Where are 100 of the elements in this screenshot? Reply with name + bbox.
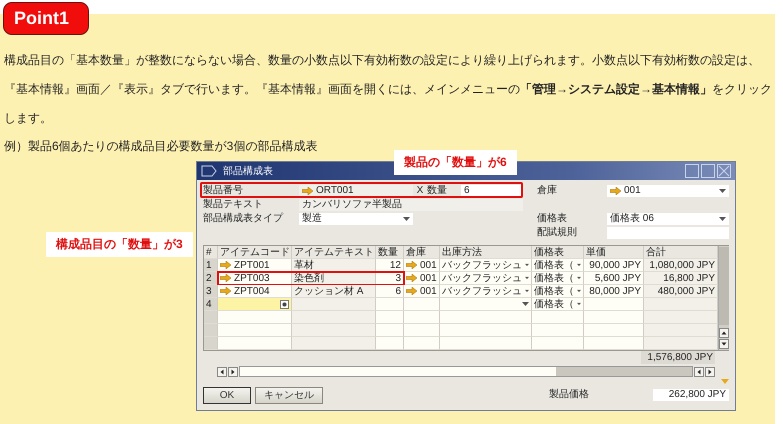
table-cell: 001 [404, 285, 440, 298]
scroll-right-button[interactable] [228, 366, 238, 376]
row-number[interactable]: 4 [204, 298, 218, 311]
column-header[interactable]: アイテムテキスト [292, 246, 376, 259]
maximize-button[interactable] [701, 164, 715, 178]
table-cell [584, 324, 644, 337]
field-label: 数量 [427, 184, 448, 196]
column-header[interactable]: 価格表 [532, 246, 584, 259]
vertical-scrollbar[interactable] [718, 246, 729, 350]
column-header[interactable]: 数量 [376, 246, 404, 259]
field-label: 部品構成表タイプ [203, 212, 284, 224]
arrow-icon[interactable] [406, 287, 417, 295]
column-header[interactable]: # [204, 246, 218, 259]
choose-icon[interactable] [280, 300, 289, 308]
field-label: 配賦規則 [537, 226, 578, 238]
price-list-dropdown[interactable]: 価格表 06 [607, 212, 729, 224]
dialog-button[interactable]: キャンセル [255, 386, 323, 404]
table-cell[interactable]: バックフラッシュ [440, 272, 532, 285]
caret-icon [577, 302, 581, 306]
example-caption: 例）製品6個あたりの構成品目必要数量が3個の部品構成表 [4, 138, 318, 155]
caret-icon [522, 302, 529, 306]
table-cell: 80,000 JPY [584, 285, 644, 298]
product-number-field[interactable]: ORT001 [299, 184, 413, 196]
table-cell [584, 311, 644, 324]
table-cell [404, 324, 440, 337]
table-cell[interactable]: 価格表（ [532, 259, 584, 272]
column-header[interactable]: アイテムコード [218, 246, 292, 259]
scroll-left-button[interactable] [217, 366, 227, 376]
x-mark: X [416, 184, 424, 196]
table-cell[interactable]: ZPT001 [218, 259, 292, 272]
field-label: 製品テキスト [203, 198, 264, 210]
field-label: 価格表 [537, 212, 568, 224]
table-cell[interactable]: 価格表（ [532, 298, 584, 311]
table-cell [404, 311, 440, 324]
caret-icon [719, 188, 726, 192]
column-header[interactable]: 単価 [584, 246, 644, 259]
table-cell [532, 311, 584, 324]
close-button[interactable] [717, 164, 731, 178]
scroll-left-button[interactable] [694, 366, 704, 376]
table-cell[interactable]: バックフラッシュ [440, 285, 532, 298]
table-cell [404, 298, 440, 311]
caret-icon [719, 216, 726, 220]
table-cell [376, 298, 404, 311]
product-price-field[interactable]: 262,800 JPY [653, 389, 729, 401]
distribution-rule-field[interactable] [607, 226, 729, 238]
arrow-icon[interactable] [406, 274, 417, 282]
table-cell [376, 337, 404, 350]
table-cell[interactable] [218, 337, 292, 350]
arrow-icon[interactable] [610, 186, 621, 194]
current-cell[interactable] [218, 298, 292, 311]
column-header[interactable]: 倉庫 [404, 246, 440, 259]
callout-label: 構成品目の「数量」が3 [46, 232, 193, 257]
arrow-icon[interactable] [302, 186, 313, 194]
caret-icon [525, 276, 529, 280]
bom-type-dropdown[interactable]: 製造 [299, 212, 413, 224]
table-cell: 6 [376, 285, 404, 298]
table-cell[interactable] [218, 324, 292, 337]
row-number[interactable]: 3 [204, 285, 218, 298]
arrow-icon[interactable] [220, 261, 231, 269]
table-cell: 90,000 JPY [584, 259, 644, 272]
scroll-thumb[interactable] [240, 367, 556, 376]
table-cell: 480,000 JPY [644, 285, 718, 298]
table-cell [376, 311, 404, 324]
table-cell[interactable]: バックフラッシュ [440, 259, 532, 272]
minimize-button[interactable] [685, 164, 699, 178]
scroll-right-button[interactable] [705, 366, 715, 376]
quantity-field[interactable]: 6 [461, 184, 523, 196]
row-number[interactable]: 2 [204, 272, 218, 285]
point-badge: Point1 [3, 2, 89, 35]
field-label: 倉庫 [537, 184, 558, 196]
table-cell[interactable] [440, 298, 532, 311]
callout-label: 製品の「数量」が6 [394, 150, 517, 175]
table-cell[interactable]: 価格表（ [532, 272, 584, 285]
table-cell [584, 337, 644, 350]
table-cell: 革材 [292, 259, 376, 272]
caret-icon [577, 263, 581, 267]
table-cell: 12 [376, 259, 404, 272]
table-cell [532, 324, 584, 337]
scroll-up-button[interactable] [719, 328, 729, 338]
product-text-field[interactable]: カンバリソファ半製品 [299, 198, 523, 210]
caret-icon [525, 263, 529, 267]
dialog-button[interactable]: OK [203, 386, 251, 404]
table-cell: 16,800 JPY [644, 272, 718, 285]
table-cell[interactable] [218, 311, 292, 324]
paragraph: 構成品目の「基本数量」が整数にならない場合、数量の小数点以下有効桁数の設定により繰り上げられます。小数点以下有効桁数の設定は、『基本情報』画面／『表示』タブで行います。『基本情報』画面を開くには、メインメニューの「管理→システム設定→基本情報」をクリックします。 [4, 52, 772, 127]
table-cell: クッション材 A [292, 285, 376, 298]
column-header[interactable]: 出庫方法 [440, 246, 532, 259]
arrow-icon[interactable] [406, 261, 417, 269]
table-cell: 001 [404, 272, 440, 285]
table-cell[interactable]: ZPT004 [218, 285, 292, 298]
row-number[interactable]: 1 [204, 259, 218, 272]
warehouse-dropdown[interactable]: 001 [607, 184, 729, 196]
caret-icon [403, 216, 410, 220]
table-cell [376, 324, 404, 337]
column-header[interactable]: 合計 [644, 246, 718, 259]
caret-icon [525, 289, 529, 293]
scroll-down-button[interactable] [719, 339, 729, 349]
arrow-icon[interactable] [220, 287, 231, 295]
table-cell[interactable]: 価格表（ [532, 285, 584, 298]
arrow-icon[interactable] [220, 274, 231, 282]
